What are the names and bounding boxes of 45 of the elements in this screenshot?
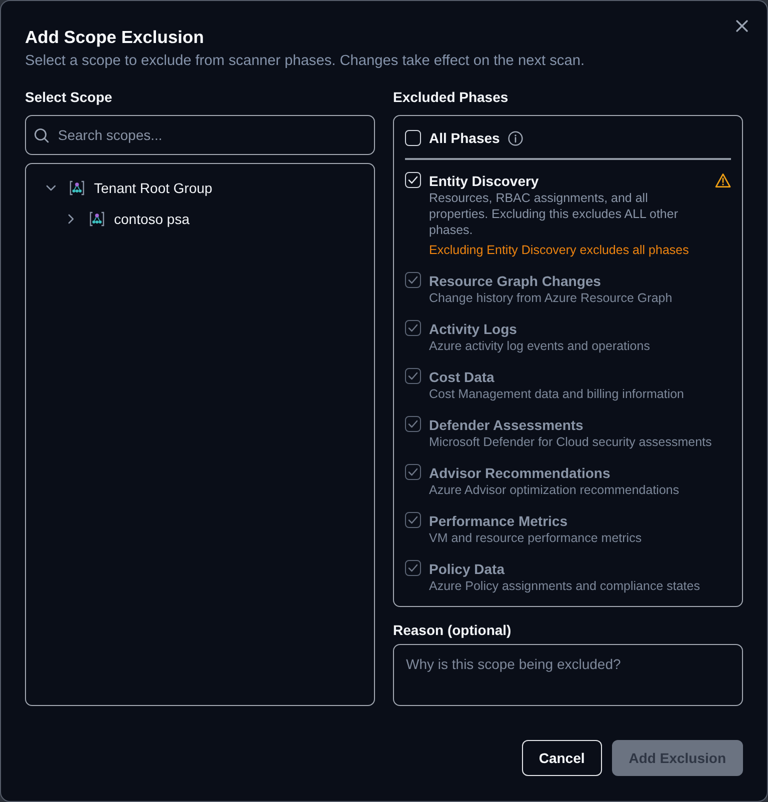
reason-field[interactable]: Why is this scope being excluded? xyxy=(393,644,743,706)
dialog-subtitle: Select a scope to exclude from scanner phases. Changes take effect on the next scan. xyxy=(25,52,584,71)
check-icon xyxy=(408,516,418,524)
phase-description: VM and resource performance metrics xyxy=(429,530,642,546)
close-icon xyxy=(736,20,748,32)
tree-item[interactable]: contoso psa xyxy=(60,207,190,231)
search-field[interactable]: Search scopes... xyxy=(25,115,375,155)
phase-title: Cost Data xyxy=(429,368,494,386)
cancel-button[interactable]: Cancel xyxy=(522,740,602,776)
phase-title: Entity Discovery xyxy=(429,172,539,190)
section-label: Reason (optional) xyxy=(393,621,512,640)
group-hierarchy-icon xyxy=(89,211,105,227)
phase-description: Azure activity log events and operations xyxy=(429,338,650,354)
phase-description: Cost Management data and billing information xyxy=(429,386,684,402)
check-icon xyxy=(408,564,418,572)
phase-description: Microsoft Defender for Cloud security assessments xyxy=(429,434,712,450)
warning-icon xyxy=(715,173,731,188)
phase-title: Resource Graph Changes xyxy=(429,272,601,290)
phase-description: Change history from Azure Resource Graph xyxy=(429,290,672,306)
section-label: Excluded Phases xyxy=(393,88,508,107)
close-button[interactable] xyxy=(734,18,750,34)
phase-title: Performance Metrics xyxy=(429,512,568,530)
warning-message: Excluding Entity Discovery excludes all phases xyxy=(429,242,689,258)
check-icon xyxy=(408,372,418,380)
phase-description: Azure Advisor optimization recommendations xyxy=(429,482,680,498)
check-icon xyxy=(408,420,418,428)
phase-title: Advisor Recommendations xyxy=(429,464,610,482)
chevron-down-icon[interactable] xyxy=(46,183,56,193)
phase-title: Policy Data xyxy=(429,560,504,578)
chevron-right-icon[interactable] xyxy=(66,214,76,224)
phase-description: Resources, RBAC assignments, and all properties. Excluding this excludes ALL other phases. xyxy=(429,190,679,238)
group-hierarchy-icon xyxy=(69,180,85,196)
phase-description: Azure Policy assignments and compliance states xyxy=(429,578,700,594)
info-icon xyxy=(508,130,523,146)
tree-item[interactable]: Tenant Root Group xyxy=(40,176,212,200)
phase-title: Defender Assessments xyxy=(429,416,584,434)
check-icon xyxy=(408,468,418,476)
checkbox-label: All Phases xyxy=(429,130,500,146)
dialog-title: Add Scope Exclusion xyxy=(25,26,204,49)
section-label: Select Scope xyxy=(25,88,112,107)
check-icon xyxy=(408,324,418,332)
search-icon xyxy=(34,128,49,143)
check-icon xyxy=(408,276,418,284)
check-icon xyxy=(408,176,418,184)
phase-title: Activity Logs xyxy=(429,320,517,338)
